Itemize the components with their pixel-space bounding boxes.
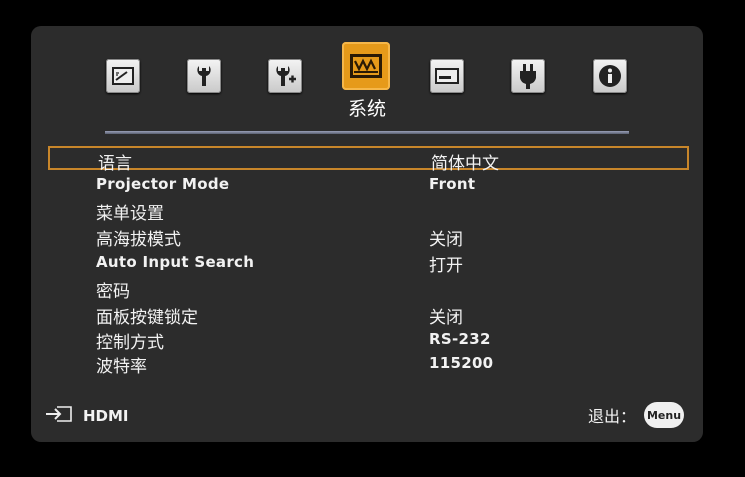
menu-label: 语言 — [98, 154, 132, 174]
menu-label: 密码 — [96, 282, 130, 302]
menu-label: 高海拔模式 — [96, 230, 181, 250]
tab-system[interactable] — [342, 42, 390, 90]
input-source-indicator: HDMI — [45, 405, 129, 427]
tab-setup[interactable] — [268, 59, 302, 93]
menu-row-projector-mode[interactable]: Projector Mode Front — [48, 172, 689, 196]
menu-value: 关闭 — [429, 230, 463, 250]
input-source-label: HDMI — [83, 407, 129, 425]
menu-row-baud-rate[interactable]: 波特率 115200 — [48, 351, 689, 377]
wrench-icon — [193, 64, 215, 88]
exit-label: 退出： — [587, 407, 636, 426]
info-icon — [598, 64, 622, 88]
menu-label: Projector Mode — [96, 175, 230, 193]
menu-row-auto-input-search[interactable]: Auto Input Search 打开 — [48, 250, 689, 276]
menu-row-high-altitude[interactable]: 高海拔模式 关闭 — [48, 224, 689, 250]
active-tab-label: 系统 — [347, 98, 386, 120]
menu-value: 简体中文 — [431, 154, 499, 174]
tab-divider — [105, 131, 629, 134]
menu-row-language[interactable]: 语言 简体中文 — [48, 146, 689, 174]
menu-row-control-method[interactable]: 控制方式 RS-232 — [48, 327, 689, 353]
tab-info[interactable] — [593, 59, 627, 93]
menu-label: 菜单设置 — [96, 204, 164, 224]
menu-value: Front — [429, 175, 476, 193]
input-source-icon — [45, 405, 73, 427]
menu-row-password[interactable]: 密码 — [48, 276, 689, 302]
menu-value: RS-232 — [429, 330, 491, 348]
tab-picture[interactable] — [106, 59, 140, 93]
menu-label: Auto Input Search — [96, 253, 255, 271]
tab-input[interactable] — [430, 59, 464, 93]
input-icon — [434, 67, 460, 85]
tab-display[interactable] — [187, 59, 221, 93]
menu-value: 115200 — [429, 354, 494, 372]
menu-row-menu-settings[interactable]: 菜单设置 — [48, 198, 689, 224]
menu-label: 控制方式 — [96, 333, 164, 353]
exit-hint: 退出： Menu — [588, 402, 684, 428]
picture-icon — [111, 66, 135, 86]
menu-row-keypad-lock[interactable]: 面板按键锁定 关闭 — [48, 302, 689, 328]
menu-button[interactable]: Menu — [644, 402, 684, 428]
menu-label: 面板按键锁定 — [96, 308, 198, 328]
menu-label: 波特率 — [96, 357, 147, 377]
wrench-plus-icon — [273, 64, 297, 88]
menu-value: 打开 — [429, 256, 463, 276]
system-icon — [349, 53, 383, 79]
plug-icon — [518, 63, 538, 89]
menu-value: 关闭 — [429, 308, 463, 328]
tab-power[interactable] — [511, 59, 545, 93]
